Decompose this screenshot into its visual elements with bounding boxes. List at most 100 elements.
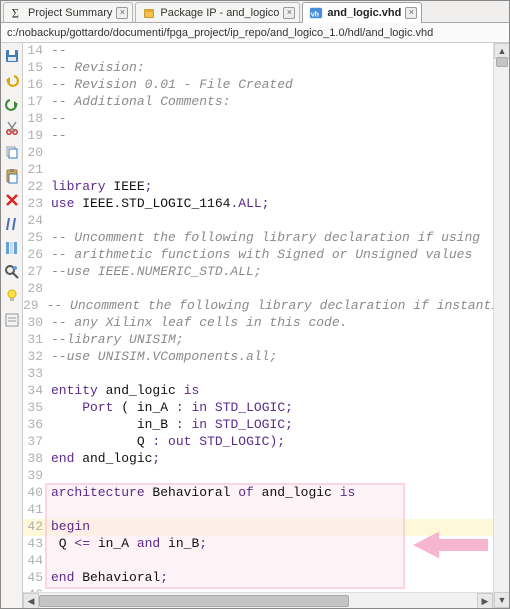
delete-icon[interactable] (3, 191, 21, 209)
code-line[interactable]: 17-- Additional Comments: (23, 94, 493, 111)
line-content: -- Revision 0.01 - File Created (49, 77, 293, 94)
code-line[interactable]: 41 (23, 502, 493, 519)
line-content: -- (49, 111, 74, 128)
code-line[interactable]: 20 (23, 145, 493, 162)
code-line[interactable]: 24 (23, 213, 493, 230)
code-line[interactable]: 35 Port ( in_A : in STD_LOGIC; (23, 400, 493, 417)
vertical-scrollbar[interactable]: ▲ ▼ (493, 43, 509, 608)
code-line[interactable]: 30-- any Xilinx leaf cells in this code. (23, 315, 493, 332)
vertical-scroll-thumb[interactable] (496, 57, 508, 67)
line-number: 25 (23, 230, 49, 247)
tab-project-summary[interactable]: ΣProject Summary× (3, 2, 133, 22)
code-line[interactable]: 34entity and_logic is (23, 383, 493, 400)
code-line[interactable]: 14-- (23, 43, 493, 60)
line-number: 28 (23, 281, 49, 298)
line-content (49, 145, 51, 162)
code-line[interactable]: 31--library UNISIM; (23, 332, 493, 349)
code-line[interactable]: 36 in_B : in STD_LOGIC; (23, 417, 493, 434)
code-line[interactable]: 40architecture Behavioral of and_logic i… (23, 485, 493, 502)
code-container[interactable]: 14-- 15-- Revision:16-- Revision 0.01 - … (23, 43, 493, 592)
svg-text:vh: vh (311, 11, 319, 18)
code-line[interactable]: 28 (23, 281, 493, 298)
horizontal-scrollbar[interactable]: ◀ ▶ (23, 592, 493, 608)
line-content (49, 281, 51, 298)
scroll-left-button[interactable]: ◀ (23, 593, 39, 608)
copy-icon[interactable] (3, 143, 21, 161)
line-content: -- arithmetic functions with Signed or U… (49, 247, 472, 264)
line-number: 17 (23, 94, 49, 111)
editor-window: ΣProject Summary×Package IP - and_logico… (0, 0, 510, 609)
line-number: 30 (23, 315, 49, 332)
code-line[interactable]: 22library IEEE; (23, 179, 493, 196)
line-content: use IEEE.STD_LOGIC_1164.ALL; (49, 196, 269, 213)
code-line[interactable]: 44 (23, 553, 493, 570)
code-line[interactable]: 16-- Revision 0.01 - File Created (23, 77, 493, 94)
line-content: -- any Xilinx leaf cells in this code. (49, 315, 347, 332)
code-line[interactable]: 38end and_logic; (23, 451, 493, 468)
line-content: --use UNISIM.VComponents.all; (49, 349, 277, 366)
code-line[interactable]: 19-- (23, 128, 493, 145)
code-line[interactable]: 33 (23, 366, 493, 383)
code-line[interactable]: 26-- arithmetic functions with Signed or… (23, 247, 493, 264)
collapse-icon[interactable] (3, 311, 21, 329)
code-line[interactable]: 32--use UNISIM.VComponents.all; (23, 349, 493, 366)
horizontal-scroll-thumb[interactable] (39, 595, 349, 607)
line-content: Port ( in_A : in STD_LOGIC; (49, 400, 293, 417)
scroll-down-button[interactable]: ▼ (494, 592, 509, 608)
vertical-toolbar (1, 43, 23, 608)
sigma-icon: Σ (10, 6, 24, 20)
line-content: -- (49, 43, 74, 60)
redo-icon[interactable] (3, 95, 21, 113)
code-line[interactable]: 39 (23, 468, 493, 485)
scroll-right-button[interactable]: ▶ (477, 593, 493, 608)
paste-icon[interactable] (3, 167, 21, 185)
line-content: -- Revision: (49, 60, 145, 77)
line-content: --library UNISIM; (49, 332, 184, 349)
tab-label: Package IP - and_logico (160, 7, 279, 19)
line-content: begin (49, 519, 90, 536)
save-icon[interactable] (3, 47, 21, 65)
code-line[interactable]: 15-- Revision: (23, 60, 493, 77)
line-number: 40 (23, 485, 49, 502)
code-line[interactable]: 27--use IEEE.NUMERIC_STD.ALL; (23, 264, 493, 281)
line-number: 44 (23, 553, 49, 570)
line-number: 23 (23, 196, 49, 213)
line-content (49, 502, 51, 519)
line-number: 15 (23, 60, 49, 77)
column-select-icon[interactable] (3, 239, 21, 257)
line-content (49, 468, 51, 485)
tab-and-logic-vhd[interactable]: vhand_logic.vhd× (302, 2, 422, 22)
code-line[interactable]: 43 Q <= in_A and in_B; (23, 536, 493, 553)
line-content: library IEEE; (49, 179, 152, 196)
code-line[interactable]: 42begin (23, 519, 493, 536)
tab-close-button[interactable]: × (116, 7, 128, 19)
line-content: end and_logic; (49, 451, 160, 468)
line-number: 16 (23, 77, 49, 94)
editor-area: 14-- 15-- Revision:16-- Revision 0.01 - … (1, 43, 509, 608)
line-content: entity and_logic is (49, 383, 199, 400)
cut-icon[interactable] (3, 119, 21, 137)
lightbulb-icon[interactable] (3, 287, 21, 305)
comment-icon[interactable] (3, 215, 21, 233)
tab-close-button[interactable]: × (405, 7, 417, 19)
find-icon[interactable] (3, 263, 21, 281)
undo-icon[interactable] (3, 71, 21, 89)
line-number: 39 (23, 468, 49, 485)
code-line[interactable]: 29-- Uncomment the following library dec… (23, 298, 493, 315)
line-number: 32 (23, 349, 49, 366)
file-path-text: c:/nobackup/gottardo/documenti/fpga_proj… (7, 27, 433, 39)
code-line[interactable]: 45end Behavioral; (23, 570, 493, 587)
line-number: 29 (23, 298, 45, 315)
line-number: 20 (23, 145, 49, 162)
code-line[interactable]: 23use IEEE.STD_LOGIC_1164.ALL; (23, 196, 493, 213)
tab-package-ip-and-logico[interactable]: Package IP - and_logico × (135, 2, 300, 22)
line-content: end Behavioral; (49, 570, 168, 587)
line-content (49, 213, 51, 230)
code-line[interactable]: 25-- Uncomment the following library dec… (23, 230, 493, 247)
line-content: -- Uncomment the following library decla… (45, 298, 493, 315)
code-line[interactable]: 21 (23, 162, 493, 179)
code-line[interactable]: 37 Q : out STD_LOGIC); (23, 434, 493, 451)
tab-close-button[interactable]: × (283, 7, 295, 19)
code-line[interactable]: 18-- (23, 111, 493, 128)
tab-bar: ΣProject Summary×Package IP - and_logico… (1, 1, 509, 23)
